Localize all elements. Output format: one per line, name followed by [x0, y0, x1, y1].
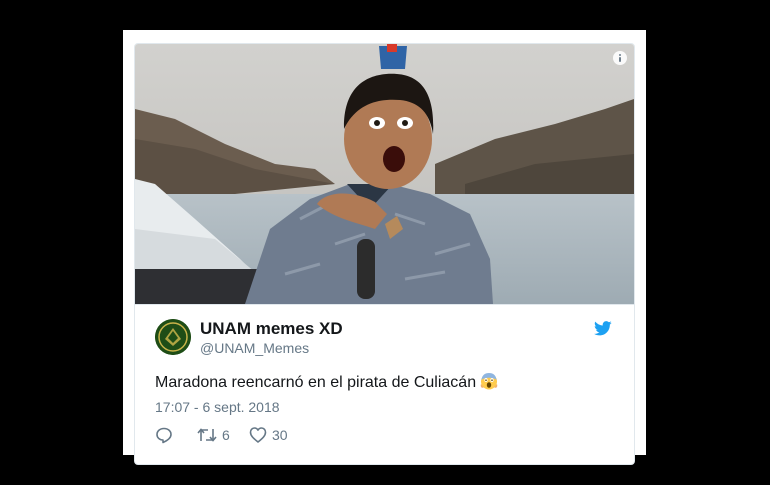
like-button[interactable]: 30 [249, 425, 288, 445]
retweet-button[interactable]: 6 [197, 425, 230, 445]
tweet-timestamp[interactable]: 17:07 - 6 sept. 2018 [155, 399, 280, 415]
tweet-embed-frame: UNAM memes XD @UNAM_Memes Maradona reenc… [123, 30, 646, 465]
tweet-media-image[interactable] [135, 44, 634, 305]
unam-crest-icon [155, 319, 191, 355]
like-count: 30 [272, 427, 288, 443]
twitter-bird-icon[interactable] [594, 321, 612, 336]
tweet-actions: 6 30 [155, 425, 355, 445]
retweet-count: 6 [222, 427, 230, 443]
tweet-card[interactable]: UNAM memes XD @UNAM_Memes Maradona reenc… [134, 43, 635, 465]
meme-photo [135, 44, 634, 304]
heart-icon [249, 427, 267, 443]
info-icon[interactable] [613, 51, 627, 65]
reply-button[interactable] [155, 425, 173, 445]
tweet-text-content: Maradona reencarnó en el pirata de Culia… [155, 374, 477, 391]
avatar[interactable] [155, 319, 191, 355]
retweet-icon [197, 428, 217, 442]
tweet-text: Maradona reencarnó en el pirata de Culia… [155, 372, 498, 392]
user-handle[interactable]: @UNAM_Memes [200, 340, 309, 356]
face-screaming-in-fear-icon [480, 373, 498, 390]
reply-icon [156, 427, 172, 444]
display-name[interactable]: UNAM memes XD [200, 319, 343, 339]
